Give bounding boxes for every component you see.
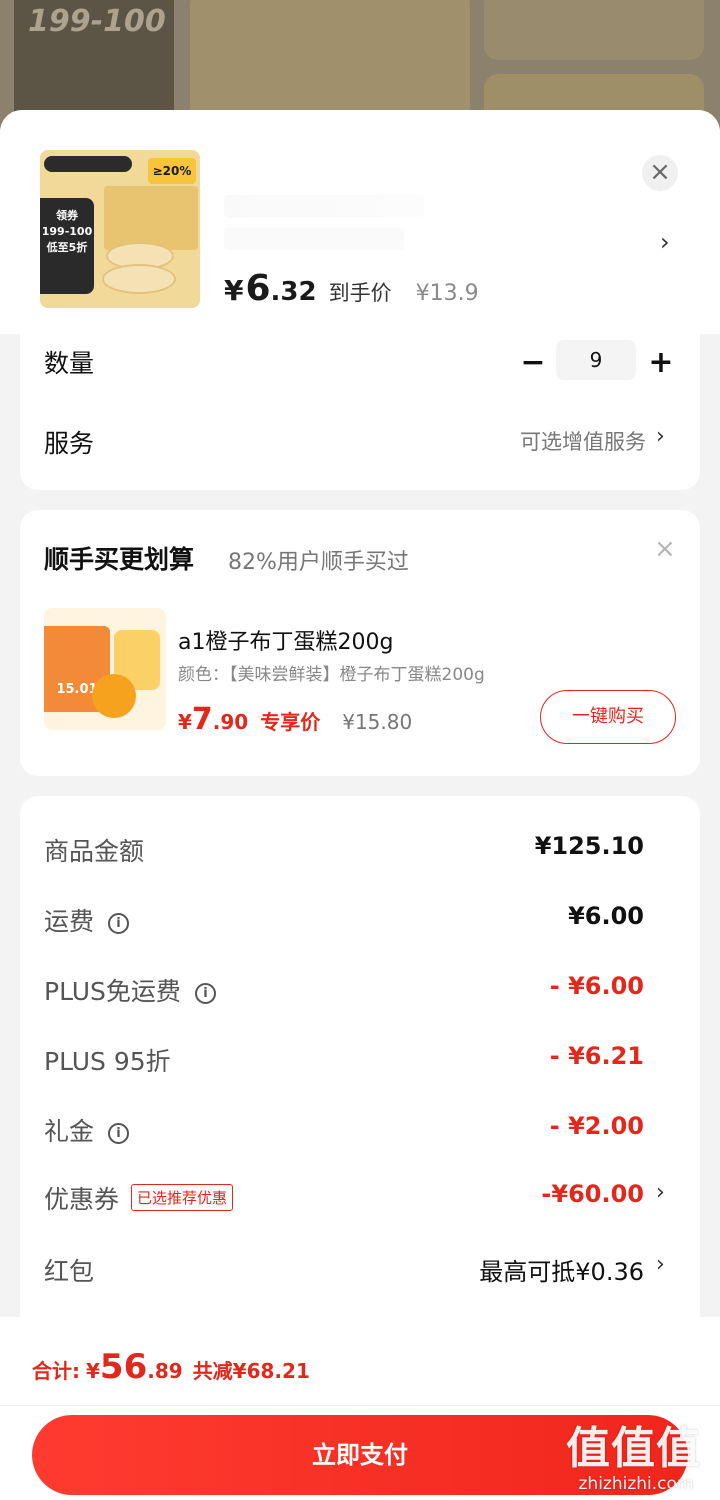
divider <box>0 1405 720 1406</box>
upsell-item-price: ¥ 7 .90 专享价 ¥15.80 <box>178 702 412 737</box>
upsell-title: 顺手买更划算 <box>44 545 195 574</box>
service-label: 服务 <box>44 429 95 458</box>
summary-value: ¥6.00 <box>568 902 644 930</box>
summary-label-wrap: 礼金 i <box>44 1112 130 1148</box>
total-label: 合计: <box>32 1359 80 1383</box>
site-watermark: 值值值 zhizhizhi.com <box>566 1412 706 1494</box>
summary-label: 礼金 <box>44 1117 95 1146</box>
upsell-thumbnail[interactable]: 15.01 <box>44 608 166 730</box>
bread-image <box>102 264 176 294</box>
product-box-image <box>104 186 198 250</box>
summary-label: 运费 <box>44 907 95 936</box>
info-icon[interactable]: i <box>108 1123 130 1144</box>
price-decimal: .32 <box>270 277 317 307</box>
price-currency: ¥ <box>224 274 244 307</box>
summary-value: 最高可抵¥0.36 <box>479 1258 644 1286</box>
summary-label-wrap: PLUS免运费 i <box>44 972 216 1008</box>
watermark-logo: 值值值 <box>566 1423 701 1474</box>
service-value[interactable]: 可选增值服务 <box>520 426 646 456</box>
summary-label: PLUS 95折 <box>44 1047 171 1076</box>
summary-row-gift-money: 礼金 i - ¥2.00 <box>20 1108 700 1148</box>
chevron-right-icon[interactable]: › <box>656 424 665 449</box>
original-price: ¥13.9 <box>415 281 479 306</box>
coupon-badge: 已选推荐优惠 <box>131 1184 234 1211</box>
upsell-item-name[interactable]: a1橙子布丁蛋糕200g <box>178 624 393 656</box>
upsell-item-spec: 颜色：【美味尝鲜装】橙子布丁蛋糕200g <box>178 665 485 685</box>
chevron-right-icon[interactable]: › <box>656 1180 665 1205</box>
quantity-increment-button[interactable]: + <box>644 346 678 380</box>
product-header: 领券 199-100 低至5折 ≥20% › ¥ 6 .32 到手价 ¥13.9… <box>0 110 720 334</box>
summary-label: PLUS免运费 <box>44 977 181 1006</box>
summary-label-wrap: 优惠券 已选推荐优惠 <box>44 1180 234 1216</box>
summary-label-wrap: 运费 i <box>44 902 130 938</box>
close-icon[interactable]: × <box>654 534 676 564</box>
summary-value: - ¥6.21 <box>549 1042 644 1070</box>
total-saved: 共减¥68.21 <box>192 1359 310 1383</box>
promo-tag-text: 领券 <box>56 209 78 222</box>
quantity-input[interactable]: 9 <box>556 340 636 380</box>
quantity-label: 数量 <box>44 349 95 378</box>
price-integer: 6 <box>245 268 271 309</box>
summary-row-coupon[interactable]: 优惠券 已选推荐优惠 -¥60.00 › <box>20 1176 700 1216</box>
upsell-price-tag: 专享价 <box>260 710 321 734</box>
summary-label: 红包 <box>44 1257 95 1286</box>
chevron-right-icon[interactable]: › <box>660 228 670 256</box>
summary-value: ¥125.10 <box>534 832 644 860</box>
total-integer: 56 <box>99 1347 148 1387</box>
product-spec-placeholder <box>224 195 424 217</box>
summary-row-plus-discount: PLUS 95折 - ¥6.21 <box>20 1038 700 1078</box>
summary-row-shipping: 运费 i ¥6.00 <box>20 898 700 938</box>
upsell-subtitle: 82%用户顺手买过 <box>228 550 409 575</box>
quantity-decrement-button[interactable]: − <box>516 346 550 380</box>
one-click-buy-button[interactable]: 一键购买 <box>540 690 676 744</box>
total-price: 合计: ¥ 56 .89 共减¥68.21 <box>32 1347 310 1387</box>
close-icon[interactable]: × <box>642 155 678 191</box>
upsell-price-currency: ¥ <box>178 710 192 734</box>
total-currency: ¥ <box>86 1359 100 1383</box>
summary-value: -¥60.00 <box>541 1180 644 1208</box>
info-icon[interactable]: i <box>108 913 130 934</box>
order-summary-card: 商品金额 ¥125.10 运费 i ¥6.00 PLUS免运费 i - ¥6.00 … <box>20 796 700 1336</box>
orange-image <box>92 674 136 718</box>
brand-tag <box>44 156 132 172</box>
info-icon[interactable]: i <box>194 983 216 1004</box>
watermark-url: zhizhizhi.com <box>578 1474 694 1494</box>
summary-row-red-packet[interactable]: 红包 最高可抵¥0.36 › <box>20 1248 700 1288</box>
summary-row-plus-free-shipping: PLUS免运费 i - ¥6.00 <box>20 968 700 1008</box>
total-decimal: .89 <box>147 1359 183 1383</box>
product-spec-placeholder-2 <box>224 228 404 250</box>
product-thumbnail[interactable]: 领券 199-100 低至5折 ≥20% <box>40 150 200 308</box>
summary-value: - ¥2.00 <box>549 1112 644 1140</box>
upsell-price-integer: 7 <box>191 702 213 737</box>
upsell-original-price: ¥15.80 <box>342 710 413 734</box>
promo-line-1: 199-100 <box>41 225 93 238</box>
summary-label: 商品金额 <box>44 837 145 866</box>
summary-label: 优惠券 <box>44 1185 120 1214</box>
summary-value: - ¥6.00 <box>549 972 644 1000</box>
price-label: 到手价 <box>328 281 392 305</box>
purchase-sheet: 领券 199-100 低至5折 ≥20% › ¥ 6 .32 到手价 ¥13.9… <box>0 110 720 1500</box>
chevron-right-icon[interactable]: › <box>656 1252 665 1277</box>
upsell-price-decimal: .90 <box>212 710 249 734</box>
promo-line-2: 低至5折 <box>46 241 88 254</box>
product-price: ¥ 6 .32 到手价 ¥13.9 <box>224 268 479 309</box>
upsell-card: 顺手买更划算 82%用户顺手买过 × 15.01 a1橙子布丁蛋糕200g 颜色… <box>20 510 700 776</box>
promo-panel: 领券 199-100 低至5折 <box>40 198 94 294</box>
quantity-service-card: 数量 − 9 + 服务 可选增值服务 › <box>20 334 700 490</box>
promo-badge: ≥20% <box>148 158 196 184</box>
summary-row-goods-amount: 商品金额 ¥125.10 <box>20 828 700 868</box>
